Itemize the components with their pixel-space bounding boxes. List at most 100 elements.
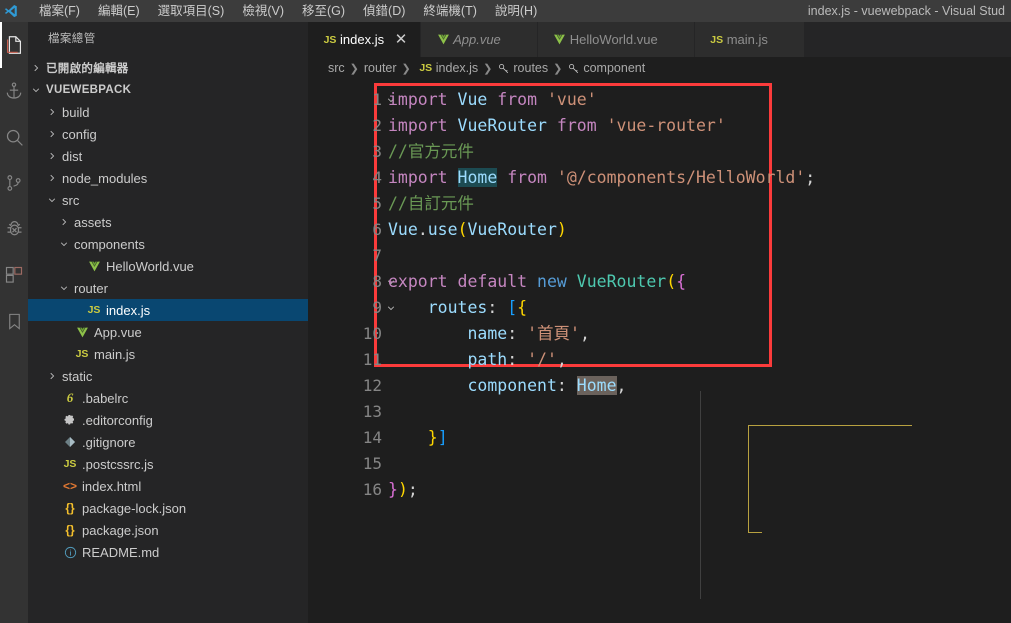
breadcrumb-item-src[interactable]: src bbox=[328, 61, 345, 75]
tree-item-package-lock-json[interactable]: {} package-lock.json bbox=[28, 497, 308, 519]
tree-item-components[interactable]: components bbox=[28, 233, 308, 255]
tree-item-config[interactable]: config bbox=[28, 123, 308, 145]
line-number: 3 bbox=[372, 142, 382, 161]
extensions-icon[interactable] bbox=[0, 252, 28, 298]
tree-item-label: package.json bbox=[82, 522, 159, 538]
tree-item-app-vue[interactable]: App.vue bbox=[28, 321, 308, 343]
menu-terminal[interactable]: 終端機(T) bbox=[414, 0, 485, 22]
breadcrumb[interactable]: src ❯ router ❯ JS index.js ❯ routes ❯ component bbox=[308, 57, 1011, 79]
breadcrumb-item-routes[interactable]: routes bbox=[497, 61, 548, 75]
explorer-section-workspace[interactable]: VUEWEBPACK bbox=[28, 79, 308, 101]
tree-item-assets[interactable]: assets bbox=[28, 211, 308, 233]
code-token: from bbox=[497, 90, 538, 109]
code-token: ( bbox=[457, 220, 468, 239]
tree-item--gitignore[interactable]: .gitignore bbox=[28, 431, 308, 453]
tree-item-static[interactable]: static bbox=[28, 365, 308, 387]
code-line[interactable]: //自訂元件 bbox=[388, 191, 474, 217]
line-number: 7 bbox=[372, 246, 382, 265]
editor-tab-index-js[interactable]: JS index.js ✕ bbox=[308, 22, 422, 57]
code-editor[interactable]: 1 import Vue from 'vue' 2 import VueRouter … bbox=[308, 79, 1011, 623]
tree-item--postcssrc-js[interactable]: JS .postcssrc.js bbox=[28, 453, 308, 475]
breadcrumb-separator-icon: ❯ bbox=[349, 62, 359, 75]
menu-view[interactable]: 檢視(V) bbox=[233, 0, 293, 22]
chevron-right-icon bbox=[56, 211, 72, 233]
code-token: //官方元件 bbox=[388, 142, 474, 161]
explorer-section-open-editors[interactable]: 已開啟的編輯器 bbox=[28, 57, 308, 79]
indent-guide bbox=[700, 391, 701, 599]
breadcrumb-label: index.js bbox=[435, 61, 479, 75]
code-token: Home bbox=[576, 376, 617, 395]
source-control-icon[interactable] bbox=[0, 160, 28, 206]
chevron-down-icon bbox=[56, 233, 72, 255]
tree-item-build[interactable]: build bbox=[28, 101, 308, 123]
search-icon[interactable] bbox=[0, 114, 28, 160]
code-line[interactable]: import VueRouter from 'vue-router' bbox=[388, 113, 726, 139]
tree-item-label: dist bbox=[62, 148, 83, 164]
tree-item-label: main.js bbox=[94, 346, 136, 362]
code-line[interactable]: }); bbox=[388, 477, 418, 503]
tree-item-label: static bbox=[62, 368, 93, 384]
menu-edit[interactable]: 編輯(E) bbox=[89, 0, 149, 22]
tree-item-index-js[interactable]: JS index.js bbox=[28, 299, 308, 321]
menu-debug[interactable]: 偵錯(D) bbox=[354, 0, 414, 22]
editor-tab-bar[interactable]: JSindex.js✕App.vue✕HelloWorld.vue✕JSmain… bbox=[308, 22, 1011, 57]
breadcrumb-separator-icon: ❯ bbox=[553, 62, 563, 75]
tab-label: App.vue bbox=[453, 32, 501, 47]
tree-item-package-json[interactable]: {} package.json bbox=[28, 519, 308, 541]
code-line[interactable]: path: '/', bbox=[388, 347, 566, 373]
menu-help[interactable]: 說明(H) bbox=[486, 0, 546, 22]
anchor-remote-icon[interactable] bbox=[0, 68, 28, 114]
code-line[interactable]: import Home from '@/components/HelloWorl… bbox=[388, 165, 815, 191]
babel-file-icon: 6 bbox=[66, 390, 74, 405]
close-icon[interactable]: ✕ bbox=[392, 32, 410, 47]
tree-item-readme-md[interactable]: README.md bbox=[28, 541, 308, 563]
bookmark-icon[interactable] bbox=[0, 298, 28, 344]
code-line[interactable]: component: Home, bbox=[388, 373, 626, 399]
code-line[interactable]: Vue.use(VueRouter) bbox=[388, 217, 567, 243]
menu-file[interactable]: 檔案(F) bbox=[30, 0, 89, 22]
breadcrumb-item-component[interactable]: component bbox=[567, 61, 645, 75]
tree-item-src[interactable]: src bbox=[28, 189, 308, 211]
tree-item--editorconfig[interactable]: .editorconfig bbox=[28, 409, 308, 431]
line-number: 2 bbox=[372, 116, 382, 135]
tree-item-helloworld-vue[interactable]: HelloWorld.vue bbox=[28, 255, 308, 277]
code-line[interactable]: export default new VueRouter({ bbox=[388, 269, 686, 295]
editor-tab-helloworld-vue[interactable]: HelloWorld.vue✕ bbox=[537, 22, 695, 57]
activity-bar[interactable] bbox=[0, 22, 28, 623]
breadcrumb-item-router[interactable]: router bbox=[364, 61, 397, 75]
code-line[interactable]: routes: [{ bbox=[388, 295, 527, 321]
tree-item-main-js[interactable]: JS main.js bbox=[28, 343, 308, 365]
code-line[interactable]: name: '首頁', bbox=[388, 321, 589, 347]
line-number: 15 bbox=[362, 454, 382, 473]
explorer-tree[interactable]: 已開啟的編輯器 VUEWEBPACK build config dist node_mod… bbox=[28, 57, 308, 563]
tree-item-index-html[interactable]: <> index.html bbox=[28, 475, 308, 497]
code-line[interactable]: //官方元件 bbox=[388, 139, 474, 165]
menu-selection[interactable]: 選取項目(S) bbox=[149, 0, 234, 22]
line-number: 11 bbox=[362, 350, 382, 369]
tree-item-node-modules[interactable]: node_modules bbox=[28, 167, 308, 189]
tree-item--babelrc[interactable]: 6 .babelrc bbox=[28, 387, 308, 409]
breadcrumb-item-index-js[interactable]: JS index.js bbox=[416, 57, 478, 79]
editor-tab-main-js[interactable]: JSmain.js✕ bbox=[694, 22, 805, 57]
debug-bug-icon[interactable] bbox=[0, 206, 28, 252]
editor-tab-app-vue[interactable]: App.vue✕ bbox=[421, 22, 538, 57]
tree-item-label: index.js bbox=[106, 302, 151, 318]
tree-item-dist[interactable]: dist bbox=[28, 145, 308, 167]
line-number: 12 bbox=[362, 376, 382, 395]
code-line[interactable]: import Vue from 'vue' bbox=[388, 87, 597, 113]
menu-go[interactable]: 移至(G) bbox=[293, 0, 354, 22]
explorer-files-icon[interactable] bbox=[0, 22, 28, 68]
code-token: import bbox=[388, 116, 448, 135]
menu-bar[interactable]: 檔案(F) 編輯(E) 選取項目(S) 檢視(V) 移至(G) 偵錯(D) 終端機(T) 說明… bbox=[30, 0, 546, 22]
code-line[interactable]: }] bbox=[388, 425, 448, 451]
tree-item-router[interactable]: router bbox=[28, 277, 308, 299]
code-token: ; bbox=[407, 480, 418, 499]
code-token: { bbox=[676, 272, 687, 291]
